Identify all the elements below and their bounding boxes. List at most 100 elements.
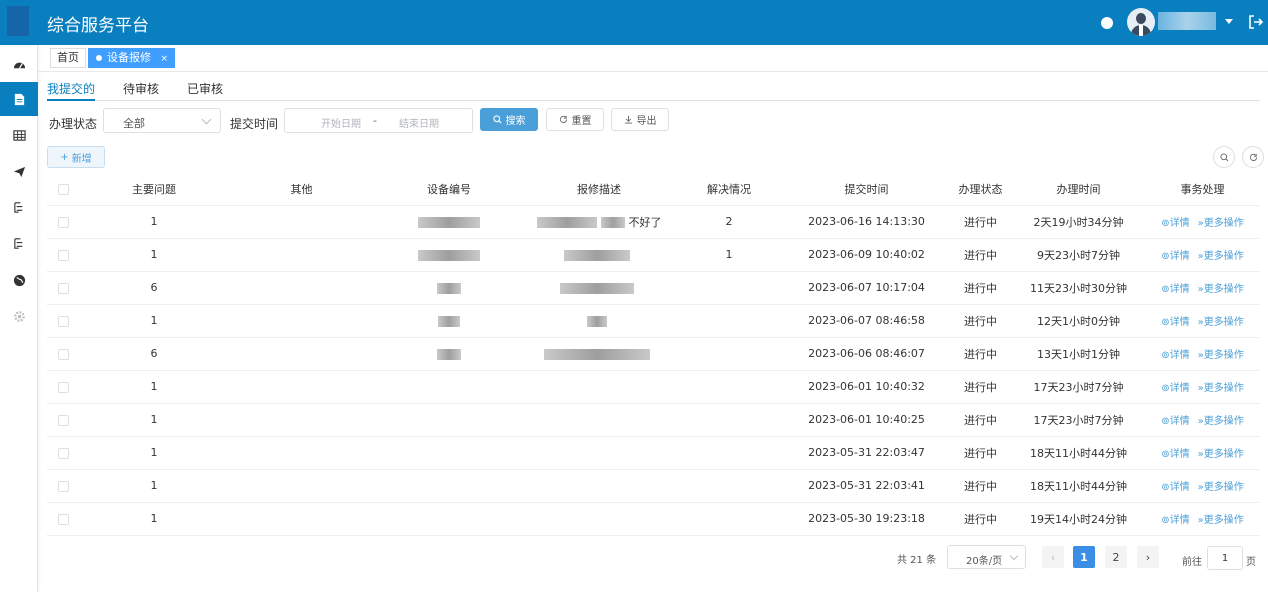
detail-link[interactable]: ⊚详情	[1161, 379, 1189, 394]
row-checkbox[interactable]	[57, 216, 69, 228]
cell-status: 进行中	[949, 271, 1012, 305]
start-date-input[interactable]: 开始日期	[321, 115, 361, 130]
cell-status: 进行中	[949, 337, 1012, 371]
page-size-select[interactable]: 20条/页	[947, 545, 1026, 569]
row-checkbox[interactable]	[57, 315, 69, 327]
table-row[interactable]: 1 2023-05-31 22:03:47 进行中 18天11小时44分钟 ⊚详情 »更多…	[47, 436, 1260, 470]
row-checkbox[interactable]	[57, 414, 69, 426]
more-actions-link[interactable]: »更多操作	[1198, 445, 1244, 460]
sidebar-item-settings[interactable]	[0, 299, 38, 333]
sidebar-item-send[interactable]	[0, 154, 38, 188]
table-row[interactable]: 1 不好了 2 2023-06-16 14:13:30 进行中 2天19小时34分钟 ⊚详情…	[47, 205, 1260, 239]
column-header[interactable]: 设备编号	[374, 173, 524, 206]
column-header[interactable]: 提交时间	[784, 173, 949, 206]
export-button[interactable]: 导出	[611, 108, 669, 131]
cell-resolution: 1	[674, 238, 784, 272]
table-row[interactable]: 1 2023-06-01 10:40:25 进行中 17天23小时7分钟 ⊚详情 »更多操…	[47, 403, 1260, 437]
add-button[interactable]: + 新增	[47, 146, 105, 168]
tab-equipment-repair[interactable]: 设备报修 ×	[88, 48, 176, 68]
chevron-down-icon	[201, 114, 212, 125]
sidebar-item-list-a[interactable]	[0, 190, 38, 224]
cell-status: 进行中	[949, 304, 1012, 338]
table-row[interactable]: 6 2023-06-07 10:17:04 进行中 11天23小时30分钟 ⊚详情 »更多…	[47, 271, 1260, 305]
table-row[interactable]: 6 2023-06-06 08:46:07 进行中 13天1小时1分钟 ⊚详情 »更多操作	[47, 337, 1260, 371]
column-header[interactable]: 报修描述	[524, 173, 674, 206]
user-avatar[interactable]	[1127, 8, 1155, 36]
reset-button[interactable]: 重置	[546, 108, 604, 131]
column-header[interactable]: 其他	[229, 173, 374, 206]
detail-link[interactable]: ⊚详情	[1161, 346, 1189, 361]
username-redacted[interactable]	[1158, 12, 1216, 30]
toggle-search-button[interactable]	[1213, 146, 1235, 168]
close-icon[interactable]: ×	[161, 54, 169, 64]
table-row[interactable]: 1 2023-05-31 22:03:41 进行中 18天11小时44分钟 ⊚详情 »更多…	[47, 469, 1260, 503]
row-checkbox[interactable]	[57, 381, 69, 393]
more-actions-link[interactable]: »更多操作	[1198, 379, 1244, 394]
more-actions-link[interactable]: »更多操作	[1198, 412, 1244, 427]
table-row[interactable]: 1 2023-06-07 08:46:58 进行中 12天1小时0分钟 ⊚详情 »更多操作	[47, 304, 1260, 338]
detail-link[interactable]: ⊚详情	[1161, 412, 1189, 427]
row-checkbox[interactable]	[57, 249, 69, 261]
detail-link[interactable]: ⊚详情	[1161, 445, 1189, 460]
row-checkbox[interactable]	[57, 447, 69, 459]
row-checkbox[interactable]	[57, 348, 69, 360]
subtab-reviewed[interactable]: 已审核	[187, 80, 223, 101]
search-button[interactable]: 搜索	[480, 108, 538, 131]
table-row[interactable]: 1 2023-05-30 19:23:18 进行中 19天14小时24分钟 ⊚详情 »更多…	[47, 502, 1260, 536]
more-actions-link[interactable]: »更多操作	[1198, 478, 1244, 493]
tab-home[interactable]: 首页	[50, 48, 86, 68]
detail-link[interactable]: ⊚详情	[1161, 313, 1189, 328]
table-row[interactable]: 1 2023-06-01 10:40:32 进行中 17天23小时7分钟 ⊚详情 »更多操…	[47, 370, 1260, 404]
tab-label: 设备报修	[107, 51, 151, 64]
notification-dot-icon[interactable]	[1101, 17, 1113, 29]
goto-suffix: 页	[1246, 557, 1256, 568]
logout-icon[interactable]	[1248, 14, 1264, 30]
column-header[interactable]: 主要问题	[79, 173, 229, 206]
date-range-picker[interactable]: 开始日期 - 结束日期	[284, 108, 473, 133]
sidebar-item-documents[interactable]	[0, 82, 38, 116]
status-select[interactable]: 全部	[103, 108, 221, 133]
row-checkbox[interactable]	[57, 513, 69, 525]
column-header[interactable]: 办理时间	[1012, 173, 1145, 206]
redacted-description	[600, 217, 625, 228]
subtab-pending[interactable]: 待审核	[123, 80, 159, 101]
cell-submit-time: 2023-06-01 10:40:32	[784, 370, 949, 404]
more-actions-link[interactable]: »更多操作	[1198, 214, 1244, 229]
subtab-submitted[interactable]: 我提交的	[47, 80, 96, 101]
page-button-2[interactable]: 2	[1105, 546, 1127, 568]
page-button-1[interactable]: 1	[1073, 546, 1095, 568]
eye-icon: ⊚	[1161, 482, 1170, 493]
column-header[interactable]: 解决情况	[674, 173, 784, 206]
user-menu-caret-icon[interactable]	[1225, 19, 1233, 24]
row-checkbox[interactable]	[57, 282, 69, 294]
detail-link[interactable]: ⊚详情	[1161, 280, 1189, 295]
sidebar-item-table[interactable]	[0, 118, 38, 152]
more-actions-link[interactable]: »更多操作	[1198, 511, 1244, 526]
app-logo[interactable]	[7, 6, 29, 36]
prev-page-button[interactable]: ‹	[1042, 546, 1064, 568]
select-all-checkbox[interactable]	[57, 183, 69, 195]
more-actions-link[interactable]: »更多操作	[1198, 247, 1244, 262]
cell-duration: 11天23小时30分钟	[1012, 271, 1145, 305]
cell-actions: ⊚详情 »更多操作	[1145, 469, 1260, 503]
sidebar-item-list-b[interactable]	[0, 226, 38, 260]
sidebar-item-globe[interactable]	[0, 263, 38, 297]
sidebar-item-dashboard[interactable]	[0, 47, 38, 81]
row-checkbox[interactable]	[57, 480, 69, 492]
detail-link[interactable]: ⊚详情	[1161, 247, 1189, 262]
subtab-bar: 我提交的 待审核 已审核	[47, 80, 1260, 101]
column-header[interactable]: 办理状态	[949, 173, 1012, 206]
detail-link[interactable]: ⊚详情	[1161, 214, 1189, 229]
end-date-input[interactable]: 结束日期	[399, 115, 439, 130]
next-page-button[interactable]: ›	[1137, 546, 1159, 568]
goto-page-input[interactable]: 1	[1207, 546, 1243, 570]
detail-link[interactable]: ⊚详情	[1161, 478, 1189, 493]
cell-other	[229, 370, 374, 404]
column-header[interactable]: 事务处理	[1145, 173, 1260, 206]
more-actions-link[interactable]: »更多操作	[1198, 313, 1244, 328]
refresh-button[interactable]	[1242, 146, 1264, 168]
more-actions-link[interactable]: »更多操作	[1198, 346, 1244, 361]
table-row[interactable]: 1 1 2023-06-09 10:40:02 进行中 9天23小时7分钟 ⊚详情 »更多操…	[47, 238, 1260, 272]
more-actions-link[interactable]: »更多操作	[1198, 280, 1244, 295]
detail-link[interactable]: ⊚详情	[1161, 511, 1189, 526]
